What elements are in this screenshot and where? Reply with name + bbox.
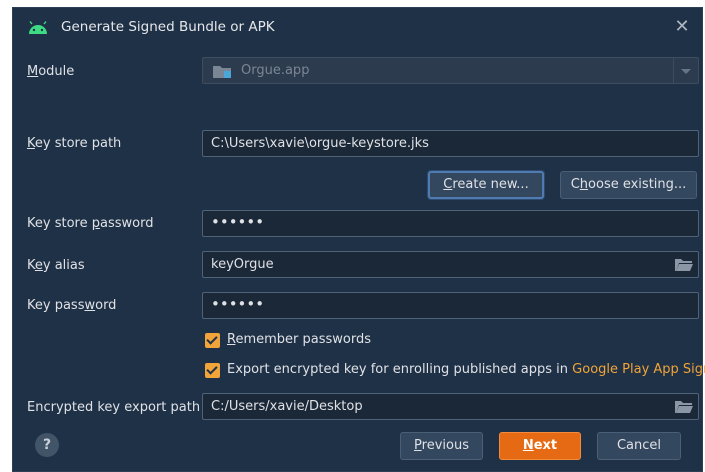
encrypted-key-export-path-value: C:/Users/xavie/Desktop	[211, 399, 363, 414]
key-alias-label: Key alias	[27, 258, 85, 273]
key-store-path-input[interactable]: C:\Users\xavie\orgue-keystore.jks	[202, 130, 699, 157]
help-icon[interactable]: ?	[35, 433, 59, 457]
key-store-path-label: Key store path	[27, 136, 122, 151]
chevron-down-icon[interactable]	[673, 58, 698, 83]
previous-button[interactable]: Previous	[400, 432, 483, 460]
cancel-button[interactable]: Cancel	[597, 432, 681, 460]
key-password-input[interactable]: ••••••	[202, 292, 699, 319]
key-alias-input[interactable]: keyOrgue	[202, 251, 699, 278]
remember-passwords-checkbox[interactable]	[205, 333, 220, 348]
module-label: Module	[27, 64, 75, 79]
folder-icon[interactable]	[675, 400, 693, 413]
choose-existing-button[interactable]: Choose existing...	[560, 171, 697, 199]
dialog-window: Generate Signed Bundle or APK ✕ Module O…	[12, 7, 705, 472]
encrypted-key-export-path-input[interactable]: C:/Users/xavie/Desktop	[202, 393, 699, 420]
close-icon[interactable]: ✕	[670, 15, 694, 39]
key-alias-value: keyOrgue	[211, 257, 274, 272]
key-store-password-value: ••••••	[211, 213, 265, 231]
key-store-password-input[interactable]: ••••••	[202, 210, 699, 237]
export-encrypted-label[interactable]: Export encrypted key for enrolling publi…	[227, 362, 705, 377]
create-new-button[interactable]: Create new...	[428, 171, 544, 199]
module-value: Orgue.app	[241, 63, 310, 78]
title-bar: Generate Signed Bundle or APK ✕	[13, 8, 702, 48]
folder-icon[interactable]	[675, 258, 693, 271]
module-folder-icon	[213, 66, 231, 78]
key-store-password-label: Key store password	[27, 216, 154, 231]
dialog-title: Generate Signed Bundle or APK	[61, 19, 275, 35]
remember-passwords-label[interactable]: Remember passwords	[227, 332, 371, 347]
encrypted-key-export-path-label: Encrypted key export path	[27, 400, 201, 415]
google-play-app-signing-link[interactable]: Google Play App Signing	[572, 362, 705, 377]
key-password-value: ••••••	[211, 295, 265, 313]
module-select[interactable]: Orgue.app	[202, 57, 699, 84]
key-password-label: Key password	[27, 298, 117, 313]
next-button[interactable]: Next	[499, 432, 581, 460]
key-store-path-value: C:\Users\xavie\orgue-keystore.jks	[211, 136, 429, 151]
android-icon	[29, 21, 47, 34]
export-encrypted-checkbox[interactable]	[205, 363, 220, 378]
